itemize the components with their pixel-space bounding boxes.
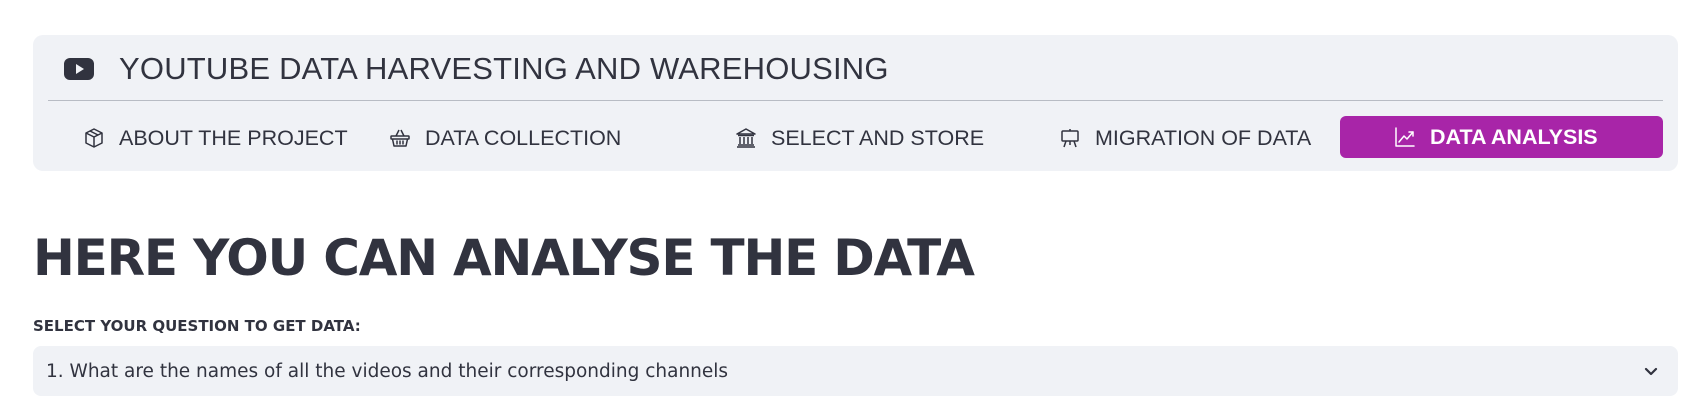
question-select-label: SELECT YOUR QUESTION TO GET DATA: (33, 317, 361, 335)
question-select-value: 1. What are the names of all the videos … (46, 360, 729, 382)
chevron-down-icon[interactable] (1642, 362, 1660, 380)
bank-icon (736, 128, 756, 148)
app-title: YOUTUBE DATA HARVESTING AND WAREHOUSING (119, 51, 889, 86)
nav-item-select-and-store[interactable]: SELECT AND STORE (735, 117, 984, 159)
page-title: HERE YOU CAN ANALYSE THE DATA (33, 229, 975, 287)
nav-item-data-collection[interactable]: DATA COLLECTION (389, 117, 621, 159)
nav-label: DATA ANALYSIS (1430, 124, 1598, 149)
nav-label: DATA COLLECTION (425, 125, 622, 150)
menu-header: YOUTUBE DATA HARVESTING AND WAREHOUSING (63, 47, 889, 91)
nav-label: SELECT AND STORE (771, 125, 985, 150)
nav-item-migration-of-data[interactable]: MIGRATION OF DATA (1059, 117, 1311, 159)
option-menu: YOUTUBE DATA HARVESTING AND WAREHOUSING … (33, 35, 1678, 171)
easel-icon (1061, 129, 1079, 148)
basket-icon (390, 129, 410, 147)
youtube-icon (64, 58, 94, 80)
nav-item-data-analysis[interactable]: DATA ANALYSIS (1340, 116, 1663, 158)
nav-label: MIGRATION OF DATA (1095, 125, 1312, 150)
nav-label: ABOUT THE PROJECT (119, 125, 348, 150)
menu-divider (48, 100, 1663, 101)
box-icon (85, 128, 103, 148)
graph-up-icon (1395, 127, 1415, 147)
question-select[interactable]: 1. What are the names of all the videos … (33, 346, 1678, 396)
nav-item-about-the-project[interactable]: ABOUT THE PROJECT (83, 117, 348, 159)
